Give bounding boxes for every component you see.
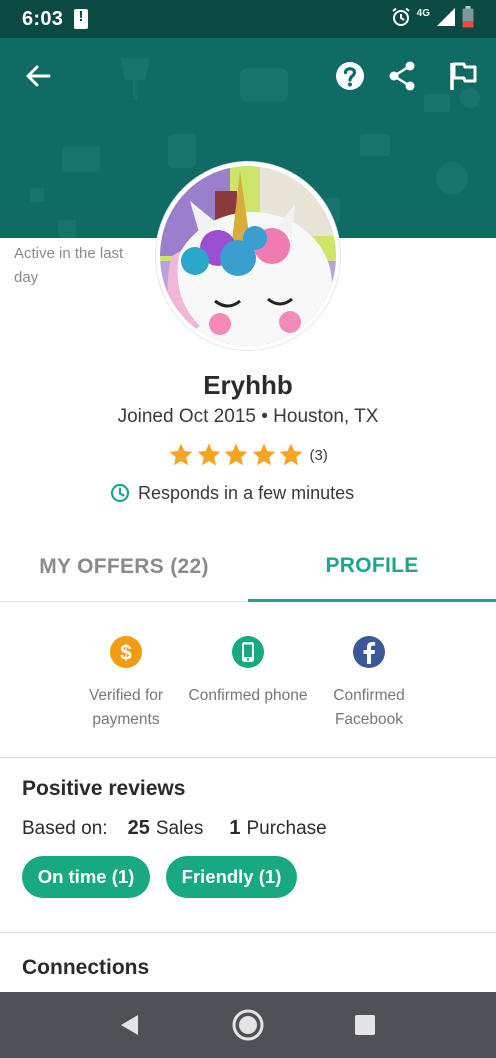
purchase-count: 1 — [229, 817, 241, 839]
connections-title: Connections — [22, 956, 150, 979]
flag-icon — [450, 62, 477, 90]
verified-payments: $ Verified for payments — [56, 635, 196, 732]
reviews-title: Positive reviews — [22, 777, 186, 800]
network-label: 4G — [416, 7, 430, 19]
phone-icon — [232, 636, 264, 668]
tab-profile[interactable]: PROFILE — [248, 532, 496, 602]
help-button[interactable] — [332, 58, 368, 94]
verifications-section: $ Verified for payments Confirmed phone … — [0, 603, 496, 758]
star-icon — [279, 443, 303, 466]
back-button[interactable] — [20, 58, 56, 94]
star-icon — [169, 443, 193, 466]
response-time: Responds in a few minutes — [110, 481, 354, 505]
nav-back-icon — [121, 1015, 138, 1035]
battery-icon — [462, 6, 474, 28]
nav-recents-icon — [355, 1015, 375, 1035]
tab-bar: MY OFFERS (22) PROFILE — [0, 532, 496, 602]
verified-payments-label: Verified for payments — [88, 687, 164, 728]
alert-icon — [74, 8, 88, 29]
star-icon — [224, 443, 248, 466]
share-icon — [389, 61, 415, 91]
confirmed-facebook-label: Confirmed Facebook — [333, 687, 405, 728]
nav-home-icon — [232, 1009, 264, 1041]
based-on-label: Based on: — [22, 818, 108, 839]
signal-icon — [437, 8, 455, 26]
flag-button[interactable] — [444, 58, 480, 94]
back-arrow-icon — [26, 65, 51, 87]
nav-recents-button[interactable] — [347, 1007, 383, 1043]
dollar-icon: $ — [110, 636, 142, 668]
joined-info: Joined Oct 2015 • Houston, TX — [117, 406, 379, 427]
share-button[interactable] — [384, 58, 420, 94]
sales-count: 25 — [127, 817, 150, 839]
positive-reviews-section: Positive reviews Based on: 25 Sales 1 Pu… — [0, 759, 496, 933]
chip-friendly[interactable]: Friendly (1) — [166, 856, 297, 898]
help-icon — [336, 62, 364, 90]
nav-home-button[interactable] — [230, 1007, 266, 1043]
nav-back-button[interactable] — [111, 1007, 147, 1043]
alarm-icon — [392, 7, 410, 26]
status-bar: 6:03 4G — [0, 0, 496, 38]
facebook-icon — [353, 636, 385, 668]
star-icon — [197, 443, 220, 466]
tab-my-offers[interactable]: MY OFFERS (22) — [0, 532, 248, 602]
avatar[interactable] — [156, 162, 340, 350]
rating-count: (3) — [309, 446, 328, 464]
confirmed-facebook: Confirmed Facebook — [299, 635, 439, 732]
status-time: 6:03 — [22, 8, 64, 30]
clock-icon — [110, 483, 130, 503]
system-nav-bar — [0, 992, 496, 1058]
confirmed-phone-label: Confirmed phone — [188, 687, 308, 704]
sales-label: Sales — [155, 818, 204, 839]
confirmed-phone: Confirmed phone — [178, 635, 318, 708]
connections-section: Connections — [0, 934, 496, 992]
star-icon — [252, 443, 275, 466]
rating[interactable]: (3) — [168, 440, 328, 470]
avatar-image — [160, 166, 336, 346]
based-on: Based on: 25 Sales 1 Purchase — [22, 817, 327, 840]
username: Eryhhb — [203, 370, 293, 400]
response-time-label: Responds in a few minutes — [138, 482, 355, 503]
active-status: Active in the last day — [14, 245, 124, 286]
svg-text:$: $ — [120, 642, 132, 665]
chip-on-time[interactable]: On time (1) — [22, 856, 150, 898]
status-icons: 4G — [391, 6, 474, 28]
rating-stars — [168, 442, 306, 468]
purchase-label: Purchase — [246, 818, 327, 839]
